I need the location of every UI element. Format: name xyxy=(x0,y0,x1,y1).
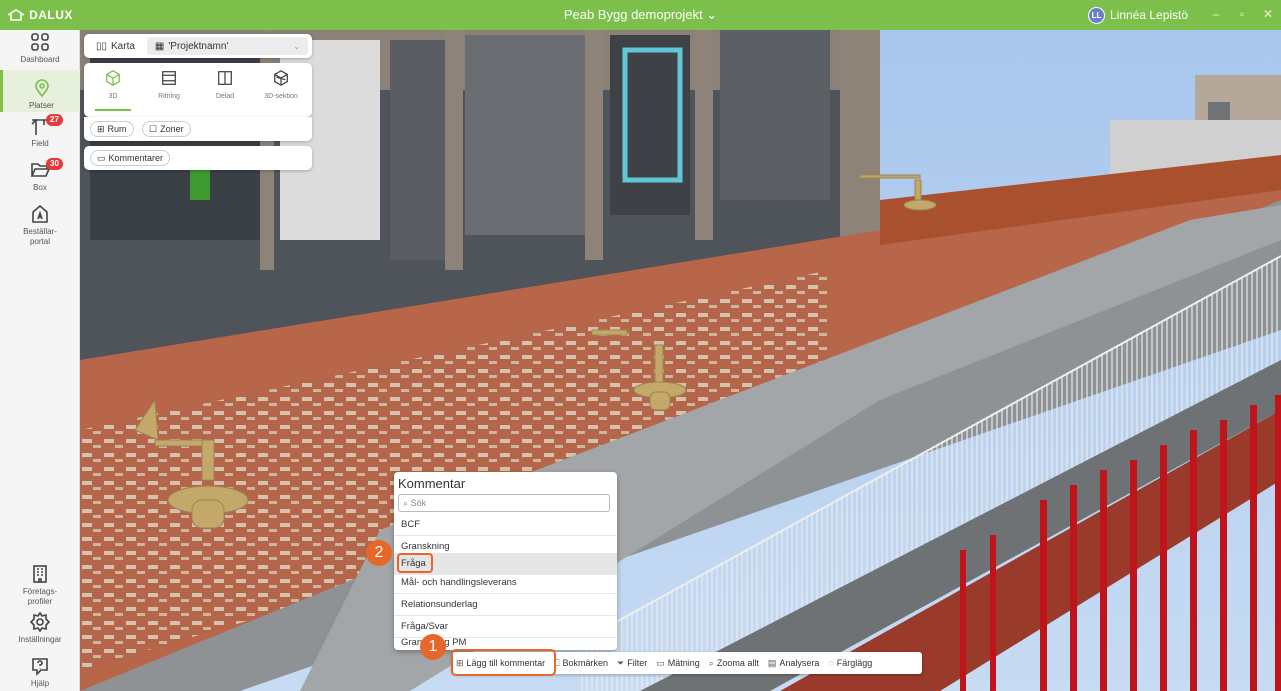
filter-button[interactable]: ⏷ Filter xyxy=(617,658,647,669)
zoom-icon: ⌕ xyxy=(708,657,714,668)
field-count-badge: 27 xyxy=(46,114,63,126)
sidebar-item-bestallarportal[interactable]: Beställar- portal xyxy=(0,204,80,248)
highlight-fraga xyxy=(397,553,433,573)
sidebar-item-hjalp[interactable]: Hjälp xyxy=(0,656,80,691)
grid-icon xyxy=(31,33,49,51)
help-icon xyxy=(32,658,48,676)
box-count-badge: 30 xyxy=(46,158,63,170)
sidebar-item-label: Dashboard xyxy=(20,55,60,64)
zone-icon: ☐ xyxy=(149,123,158,134)
pill-label: Zoner xyxy=(160,124,184,134)
analyze-icon: ▤ xyxy=(767,657,777,668)
sidebar-item-label: Field xyxy=(31,139,49,148)
sidebar-item-label: Hjälp xyxy=(30,679,50,688)
search-icon: ⌕ xyxy=(403,498,409,508)
measure-button[interactable]: ▭ Mätning xyxy=(656,658,700,669)
toolbar-label: Färglägg xyxy=(836,658,873,668)
toolbar-label: Mätning xyxy=(667,658,700,668)
menu-header: Kommentar xyxy=(398,476,466,491)
menu-item-relationsunderlag[interactable]: Relationsunderlag xyxy=(394,594,617,616)
section-cube-icon xyxy=(274,70,288,86)
sidebar-item-box[interactable]: Box 30 xyxy=(0,158,80,196)
view-delad-button[interactable]: Delad xyxy=(200,69,250,100)
building-icon xyxy=(33,565,47,583)
minimize-button[interactable]: – xyxy=(1208,6,1224,22)
pill-label: Rum xyxy=(107,124,127,134)
location-pin-icon xyxy=(34,79,49,98)
step-marker-2: 2 xyxy=(366,540,392,566)
menu-item-bcf[interactable]: BCF xyxy=(394,514,617,536)
toolbar-label: Filter xyxy=(627,658,648,668)
zoner-toggle[interactable]: ☐ Zoner xyxy=(142,121,191,137)
map-icon: ▯▯ xyxy=(96,40,108,52)
view-ritning-button[interactable]: Ritning xyxy=(144,69,194,100)
search-input[interactable]: ⌕ Sök xyxy=(398,494,610,512)
sidebar-item-label: Företags- xyxy=(22,587,58,596)
view-type-panel: 3D Ritning Delad 3D-sektion xyxy=(84,63,312,117)
user-menu[interactable]: LL Linnéa Lepistö xyxy=(1088,6,1188,24)
sidebar-item-installningar[interactable]: Inställningar xyxy=(0,612,80,648)
sidebar-item-platser[interactable]: Platser xyxy=(0,70,80,112)
tab-label: 'Projektnamn' xyxy=(168,40,229,52)
building-icon: ▦ xyxy=(154,40,165,52)
sidebar-item-label: portal xyxy=(29,237,50,246)
view-3d-sektion-button[interactable]: 3D-sektion xyxy=(256,69,306,100)
sidebar-item-label: Beställar- xyxy=(23,227,57,236)
ruler-icon: ▭ xyxy=(656,657,665,668)
floorplan-icon xyxy=(162,71,176,85)
sidebar-item-label: Platser xyxy=(29,101,54,110)
toolbar-label: Bokmärken xyxy=(562,658,609,668)
toolbar-label: Analysera xyxy=(779,658,820,668)
restore-button[interactable]: ▫ xyxy=(1234,6,1250,22)
gear-icon xyxy=(30,612,50,632)
close-button[interactable]: ✕ xyxy=(1260,6,1276,22)
view-mode-tabs: ▯▯ Karta ▦ 'Projektnamn' ⌄ xyxy=(84,34,312,58)
analyze-button[interactable]: ▤ Analysera xyxy=(768,658,820,669)
room-zone-filter-panel: ⊞ Rum ☐ Zoner xyxy=(84,117,312,141)
tab-karta[interactable]: ▯▯ Karta xyxy=(88,37,143,55)
highlight-add-comment xyxy=(451,649,556,676)
bookmarks-button[interactable]: ⎕ Bokmärken xyxy=(554,658,608,669)
kommentarer-toggle[interactable]: ▭ Kommentarer xyxy=(90,150,171,166)
avatar: LL xyxy=(1088,6,1105,24)
palette-icon: ◌ xyxy=(828,658,834,668)
room-icon: ⊞ xyxy=(97,123,105,134)
menu-item-mal-och-handlingsleverans[interactable]: Mål- och handlingsleverans xyxy=(394,572,617,594)
view-label: 3D-sektion xyxy=(264,93,298,100)
sidebar-item-label: Inställningar xyxy=(18,635,62,644)
toolbar-label: Zooma allt xyxy=(716,658,759,668)
tab-projektnamn[interactable]: ▦ 'Projektnamn' ⌄ xyxy=(146,37,308,55)
view-label: Delad xyxy=(215,93,235,100)
sidebar-item-foretagsprofiler[interactable]: Företags- profiler xyxy=(0,564,80,608)
comments-panel: ▭ Kommentarer xyxy=(84,146,312,170)
sidebar-item-label: Box xyxy=(33,183,47,192)
view-3d-button[interactable]: 3D xyxy=(88,69,138,111)
top-bar: DALUX Peab Bygg demoprojekt ⌄ LL Linnéa … xyxy=(0,0,1281,30)
view-label: Ritning xyxy=(158,93,180,100)
sidebar-item-dashboard[interactable]: Dashboard xyxy=(0,32,80,68)
tab-label: Karta xyxy=(111,40,135,52)
split-view-icon xyxy=(218,71,232,85)
filter-icon: ⏷ xyxy=(617,657,625,668)
rum-toggle[interactable]: ⊞ Rum xyxy=(90,121,134,137)
chevron-down-icon: ⌄ xyxy=(293,41,300,51)
pill-label: Kommentarer xyxy=(108,153,164,163)
search-placeholder: Sök xyxy=(410,498,427,508)
step-marker-1: 1 xyxy=(420,634,446,660)
sidebar-item-label: profiler xyxy=(27,597,53,606)
sidebar: Dashboard Platser Field 27 Box 30 Bestäl… xyxy=(0,30,80,691)
comment-icon: ▭ xyxy=(97,152,106,163)
colorize-button[interactable]: ◌ Färglägg xyxy=(828,658,872,668)
view-label: 3D xyxy=(108,93,118,100)
portal-icon xyxy=(32,204,48,223)
sidebar-item-field[interactable]: Field 27 xyxy=(0,114,80,152)
zoom-all-button[interactable]: ⌕ Zooma allt xyxy=(709,658,759,669)
user-name: Linnéa Lepistö xyxy=(1110,8,1189,22)
cube-icon xyxy=(106,70,120,86)
